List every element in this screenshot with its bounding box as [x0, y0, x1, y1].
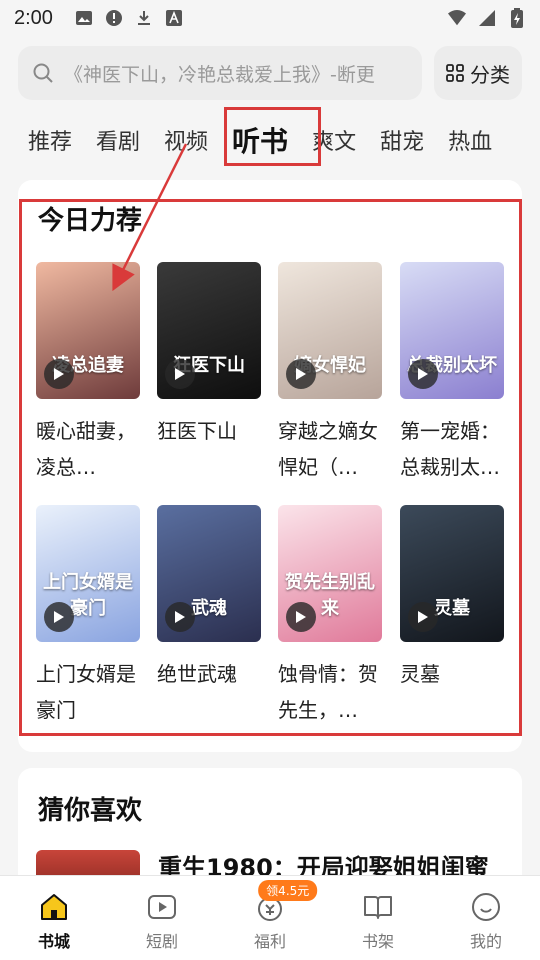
- book-title[interactable]: 蚀骨情：贺先生，…: [278, 656, 388, 728]
- home-icon: [41, 894, 67, 920]
- nav-label: 短剧: [145, 932, 178, 951]
- book-item[interactable]: 凌总追妻 暖心甜妻，凌总…: [36, 262, 140, 485]
- search-icon: [33, 63, 53, 83]
- status-bar: 2:00: [0, 0, 540, 36]
- book-cover[interactable]: 狂医下山: [157, 262, 261, 399]
- search-row: 《神医下山，冷艳总裁爱上我》-断更 分类: [18, 46, 522, 100]
- nav-bookshelf[interactable]: 书架: [324, 876, 432, 960]
- nav-label: 我的: [469, 932, 502, 951]
- play-icon[interactable]: [286, 602, 316, 632]
- book-cover[interactable]: 贺先生别乱来: [278, 505, 382, 642]
- nav-label: 书架: [361, 932, 394, 951]
- bottom-nav: 书城 短剧 领4.5元 福利 书架 我的: [0, 875, 540, 960]
- book-title[interactable]: 上门女婿是豪门: [36, 656, 146, 728]
- alert-icon: [105, 9, 123, 27]
- book-item[interactable]: 总裁别太坏 第一宠婚：总裁别太…: [400, 262, 504, 485]
- tab-drama[interactable]: 看剧: [96, 124, 140, 156]
- tab-audiobook[interactable]: 听书: [232, 120, 288, 160]
- tab-sweet[interactable]: 甜宠: [380, 124, 424, 156]
- play-icon[interactable]: [44, 359, 74, 389]
- book-item[interactable]: 灵墓 灵墓: [400, 505, 504, 692]
- play-icon[interactable]: [408, 359, 438, 389]
- a-icon: [165, 9, 183, 27]
- book-title[interactable]: 灵墓: [400, 656, 510, 692]
- section-title: 今日力荐: [38, 206, 143, 236]
- play-icon[interactable]: [165, 602, 195, 632]
- book-cover[interactable]: 灵墓: [400, 505, 504, 642]
- nav-bookstore[interactable]: 书城: [0, 876, 108, 960]
- book-item[interactable]: 嫡女悍妃 穿越之嫡女悍妃（…: [278, 262, 382, 485]
- tab-video[interactable]: 视频: [164, 124, 208, 156]
- bookshelf-icon: [364, 896, 392, 919]
- nav-short-drama[interactable]: 短剧: [108, 876, 216, 960]
- book-item[interactable]: 武魂 绝世武魂: [157, 505, 261, 692]
- tab-recommend[interactable]: 推荐: [28, 124, 72, 156]
- category-tabs: 推荐 看剧 视频 听书 爽文 甜宠 热血: [0, 108, 540, 172]
- reward-badge: 领4.5元: [258, 880, 318, 901]
- book-item[interactable]: 狂医下山 狂医下山: [157, 262, 261, 449]
- tab-hot-blood[interactable]: 热血: [448, 124, 492, 156]
- play-icon[interactable]: [286, 359, 316, 389]
- nav-label: 福利: [253, 932, 286, 951]
- guess-title: 猜你喜欢: [38, 796, 143, 826]
- wifi-icon: [448, 9, 466, 27]
- book-cover[interactable]: 武魂: [157, 505, 261, 642]
- book-cover[interactable]: 凌总追妻: [36, 262, 140, 399]
- play-icon[interactable]: [165, 359, 195, 389]
- signal-icon: [478, 9, 496, 27]
- book-cover[interactable]: 总裁别太坏: [400, 262, 504, 399]
- nav-profile[interactable]: 我的: [432, 876, 540, 960]
- profile-icon: [472, 893, 500, 921]
- image-icon: [75, 9, 93, 27]
- battery-icon: [508, 8, 526, 28]
- book-title[interactable]: 绝世武魂: [157, 656, 267, 692]
- book-title[interactable]: 狂医下山: [157, 413, 267, 449]
- search-placeholder: 《神医下山，冷艳总裁爱上我》-断更: [64, 63, 375, 86]
- status-time: 2:00: [14, 6, 53, 29]
- download-icon: [135, 9, 153, 27]
- category-label: 分类: [470, 62, 510, 87]
- play-icon[interactable]: [408, 602, 438, 632]
- book-item[interactable]: 贺先生别乱来 蚀骨情：贺先生，…: [278, 505, 382, 728]
- category-button[interactable]: 分类: [434, 46, 522, 100]
- book-title[interactable]: 穿越之嫡女悍妃（…: [278, 413, 388, 485]
- tab-cool-story[interactable]: 爽文: [312, 124, 356, 156]
- book-item[interactable]: 上门女婿是豪门 上门女婿是豪门: [36, 505, 140, 728]
- search-input[interactable]: 《神医下山，冷艳总裁爱上我》-断更: [18, 46, 422, 100]
- play-video-icon: [148, 895, 176, 919]
- nav-welfare[interactable]: 领4.5元 福利: [216, 876, 324, 960]
- nav-label: 书城: [37, 932, 70, 951]
- book-title[interactable]: 第一宠婚：总裁别太…: [400, 413, 510, 485]
- book-title[interactable]: 暖心甜妻，凌总…: [36, 413, 146, 485]
- play-icon[interactable]: [44, 602, 74, 632]
- book-cover[interactable]: 嫡女悍妃: [278, 262, 382, 399]
- book-cover[interactable]: 上门女婿是豪门: [36, 505, 140, 642]
- grid-icon: [446, 64, 464, 82]
